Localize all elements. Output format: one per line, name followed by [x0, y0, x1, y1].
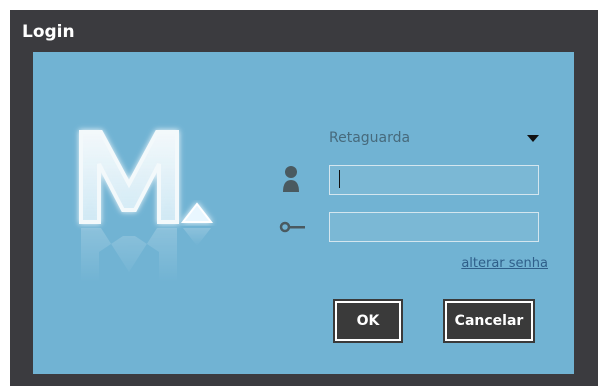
chevron-down-icon[interactable] [527, 134, 539, 142]
cancel-button[interactable]: Cancelar [443, 299, 535, 343]
logo-m-glyph [79, 130, 179, 224]
logo-triangle [180, 202, 214, 223]
ok-button[interactable]: OK [333, 299, 403, 343]
profile-select[interactable]: Retaguarda [329, 126, 541, 150]
profile-select-value: Retaguarda [329, 130, 411, 146]
key-icon [279, 221, 305, 233]
username-input[interactable] [329, 165, 539, 195]
app-logo [79, 130, 214, 282]
window-title: Login [22, 22, 75, 42]
user-icon [283, 166, 299, 192]
logo-reflection [81, 228, 211, 282]
change-password-link[interactable]: alterar senha [461, 256, 548, 271]
password-input[interactable] [329, 212, 539, 242]
text-cursor [339, 170, 340, 188]
login-window: Login Retaguarda alterar senha OK Cancel… [10, 10, 598, 386]
login-panel: Retaguarda alterar senha OK Cancelar [33, 52, 574, 374]
